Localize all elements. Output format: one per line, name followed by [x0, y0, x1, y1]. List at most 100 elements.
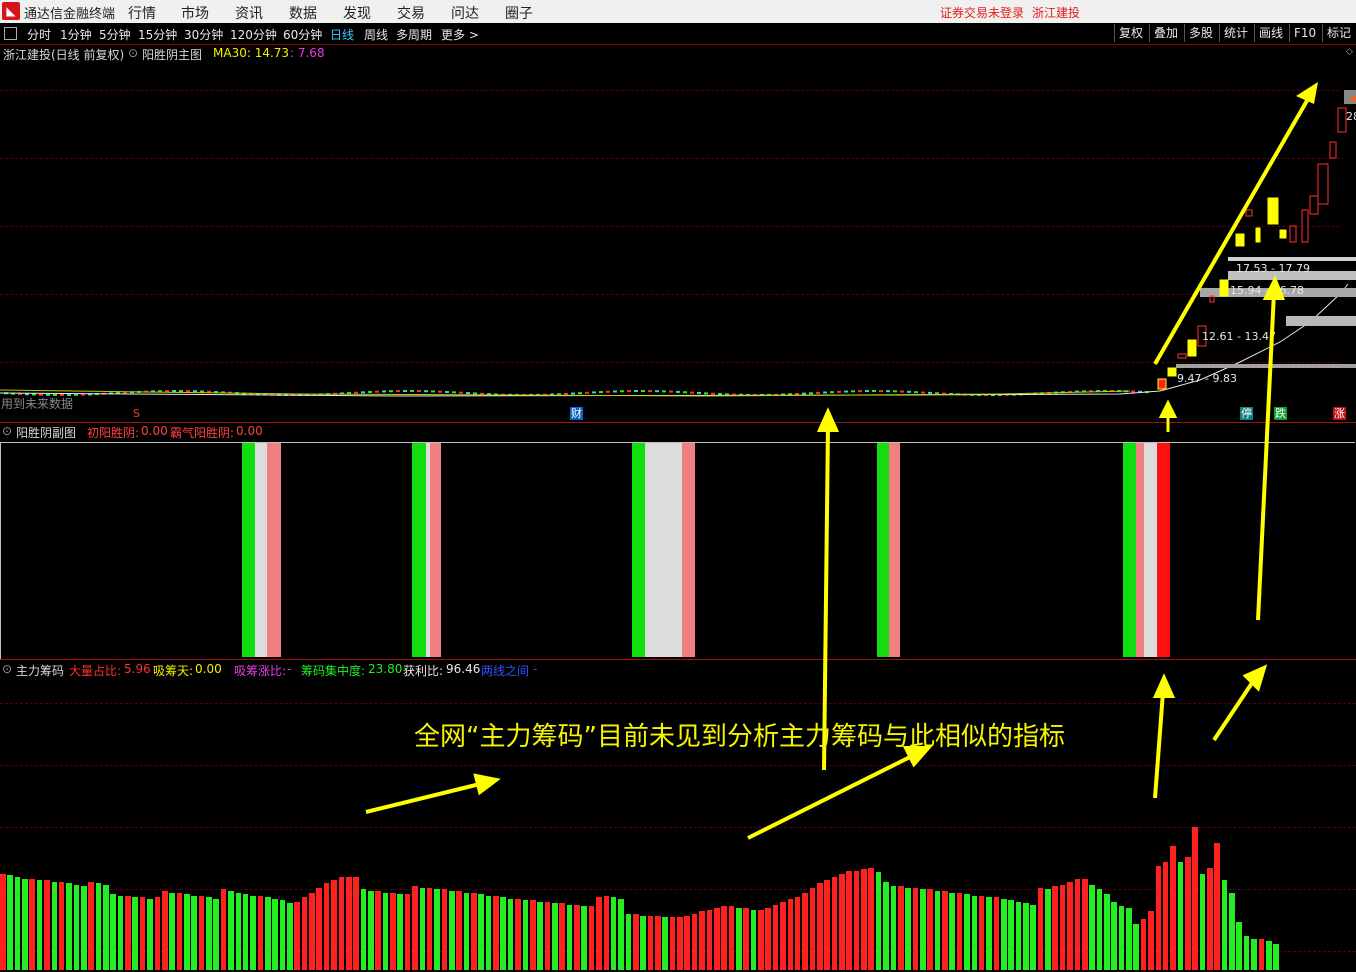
candle: [928, 391, 932, 394]
tab-60min[interactable]: 60分钟: [283, 26, 322, 43]
chip-bar: [125, 895, 131, 970]
stock-name-link[interactable]: 浙江建投: [1032, 4, 1080, 21]
candle: [200, 390, 204, 393]
candle: [368, 391, 372, 394]
up-triangle-icon: ▲: [1350, 93, 1356, 103]
tab-multi-period[interactable]: 多周期: [396, 26, 432, 43]
panel-separator: [0, 422, 1356, 423]
candle: [893, 390, 897, 393]
chip-bar: [51, 881, 58, 970]
menu-hangqing[interactable]: 行情: [128, 3, 156, 23]
chip-bar: [213, 898, 220, 970]
menu-faxian[interactable]: 发现: [343, 3, 371, 23]
panel-toggle-icon[interactable]: [4, 27, 17, 40]
chip-bar: [316, 887, 323, 970]
chip-bar: [1037, 887, 1044, 970]
chip-bar: [515, 898, 521, 970]
candle: [410, 390, 414, 393]
ma-line: [0, 283, 1349, 397]
tab-120min[interactable]: 120分钟: [230, 26, 277, 43]
chip-bar: [287, 903, 293, 970]
candle: [872, 390, 876, 393]
tab-15min[interactable]: 15分钟: [138, 26, 177, 43]
fuquan-button[interactable]: 复权: [1114, 24, 1147, 42]
chip-bar: [669, 917, 676, 970]
chip-bar: [103, 884, 109, 970]
chip-bar: [934, 890, 941, 970]
chip-bar: [655, 915, 661, 970]
chip-bar: [1045, 889, 1051, 970]
chip-bar: [559, 903, 565, 970]
chip-bar: [529, 900, 536, 970]
chip-bar: [390, 892, 396, 970]
chip-bar: [0, 873, 6, 970]
biaoji-button[interactable]: 标记: [1322, 24, 1355, 42]
menu-shichang[interactable]: 市场: [181, 3, 209, 23]
chip-bar: [883, 881, 889, 970]
tab-1min[interactable]: 1分钟: [60, 26, 92, 43]
candle: [830, 391, 834, 394]
chip-bar: [1126, 908, 1132, 970]
candle: [1329, 141, 1337, 159]
chip-bar: [971, 895, 978, 970]
huaxian-button[interactable]: 画线: [1254, 24, 1287, 42]
app-title: 通达信金融终端: [24, 7, 116, 22]
login-status-link[interactable]: 证券交易未登录: [940, 4, 1024, 21]
chip-dropdown-icon[interactable]: ⊙: [2, 662, 12, 676]
candle: [1255, 227, 1261, 243]
chip-bar: [110, 894, 116, 970]
chip-bar: [640, 915, 646, 970]
price-range-1: 17.53 - 17.79: [1236, 262, 1310, 275]
f10-button[interactable]: F10: [1289, 24, 1320, 42]
chip-label-2: 吸筹天:: [153, 664, 194, 678]
chip-bar: [206, 897, 212, 970]
chip-bar: [426, 887, 433, 970]
tab-30min[interactable]: 30分钟: [184, 26, 223, 43]
candle: [459, 391, 463, 394]
tab-5min[interactable]: 5分钟: [99, 26, 131, 43]
chip-bar: [441, 889, 448, 970]
grid-line: [0, 703, 1356, 704]
tab-more[interactable]: 更多 >: [441, 26, 479, 43]
stripe-gray: [255, 443, 267, 657]
chip-bar: [1015, 901, 1022, 970]
tongji-button[interactable]: 统计: [1219, 24, 1252, 42]
chip-range-bar: [1176, 364, 1356, 368]
chip-chart-title[interactable]: 主力筹码: [16, 662, 64, 679]
candle: [921, 391, 925, 394]
chip-bar: [794, 897, 801, 970]
chip-bar: [44, 880, 50, 970]
chip-bar: [471, 892, 477, 970]
menu-zixun[interactable]: 资讯: [235, 3, 263, 23]
tab-fenshi[interactable]: 分时: [27, 26, 51, 43]
duogu-button[interactable]: 多股: [1184, 24, 1217, 42]
candle: [662, 390, 666, 393]
chip-bar: [875, 872, 882, 970]
menu-shuju[interactable]: 数据: [289, 3, 317, 23]
menu-jiaoyi[interactable]: 交易: [397, 3, 425, 23]
sub-label-1: 初阳胜阴:: [87, 426, 140, 440]
chip-bar: [721, 906, 727, 970]
tab-weekly[interactable]: 周线: [364, 26, 388, 43]
candle: [382, 390, 386, 393]
chip-bar: [294, 901, 300, 970]
chip-bar: [117, 895, 124, 970]
menu-wenda[interactable]: 问达: [451, 3, 479, 23]
chip-bar: [1030, 904, 1036, 970]
chip-bar: [647, 915, 654, 970]
tab-daily[interactable]: 日线: [330, 26, 354, 43]
chip-bar: [802, 892, 808, 970]
sub-chart-title[interactable]: 阳胜阴副图: [16, 424, 76, 441]
diejia-button[interactable]: 叠加: [1149, 24, 1182, 42]
chip-bar: [1221, 880, 1228, 970]
candle: [823, 391, 827, 394]
chip-bar: [728, 906, 735, 970]
sub-dropdown-icon[interactable]: ⊙: [2, 424, 12, 438]
menu-quanzi[interactable]: 圈子: [505, 3, 533, 23]
candle: [851, 390, 855, 393]
arrow-line: [1212, 678, 1256, 742]
chip-bar: [1023, 903, 1029, 970]
chip-bar: [161, 890, 168, 970]
sub-value-1: 0.00: [141, 424, 168, 438]
chip-bar: [942, 890, 948, 970]
